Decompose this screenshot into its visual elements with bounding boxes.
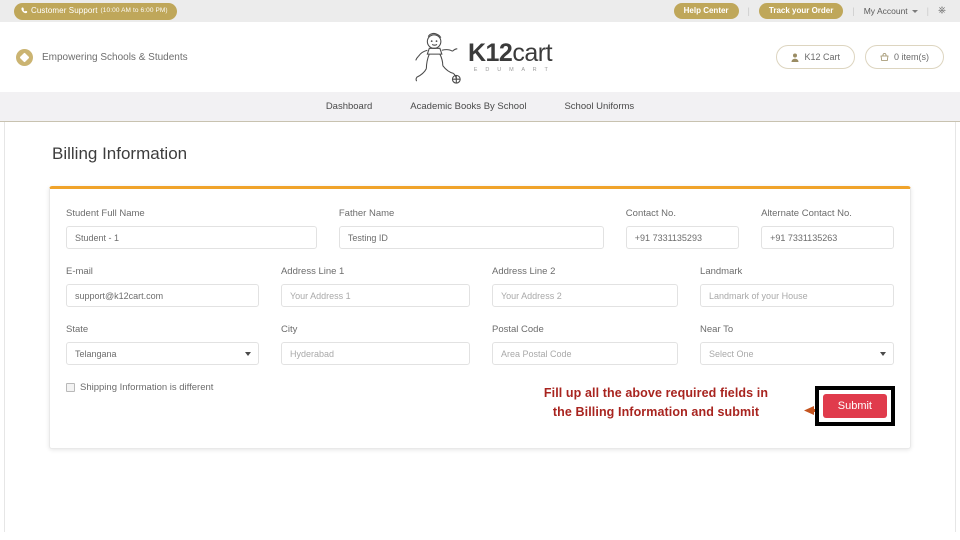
field-group-contact-no: Contact No. +91 7331135293: [625, 208, 761, 249]
mascot-icon: [408, 29, 466, 85]
brand-tagline-group: Empowering Schools & Students: [16, 48, 188, 66]
label-address-line-2: Address Line 2: [491, 266, 556, 277]
cart-button-label: 0 item(s): [893, 52, 929, 62]
label-email: E-mail: [66, 266, 93, 277]
field-group-landmark: Landmark Landmark of your House: [700, 266, 894, 307]
label-alternate-contact-no: Alternate Contact No.: [761, 208, 852, 219]
logo-wordmark: K12cart E D U M A R T: [467, 38, 553, 74]
header-actions: K12 Cart 0 item(s): [776, 45, 944, 69]
power-icon[interactable]: ⎈: [938, 6, 946, 16]
form-row: Student Full Name Student - 1 Father Nam…: [66, 208, 894, 249]
site-header: Empowering Schools & Students K12cart E …: [0, 22, 960, 92]
label-near-to: Near To: [700, 324, 734, 335]
logo-name-light: cart: [512, 38, 553, 67]
logo-subtitle: E D U M A R T: [473, 66, 552, 73]
chevron-down-icon: [911, 10, 918, 13]
postal-code-input[interactable]: Area Postal Code: [491, 342, 679, 365]
brand-tagline: Empowering Schools & Students: [42, 51, 188, 63]
user-icon: [791, 53, 799, 62]
label-landmark: Landmark: [700, 266, 743, 277]
customer-support-badge[interactable]: Customer Support (10:00 AM to 6:00 PM): [14, 2, 177, 20]
help-center-button[interactable]: Help Center: [673, 3, 739, 19]
field-group-address-line-1: Address Line 1 Your Address 1: [280, 266, 492, 307]
form-row: State Telangana City Hyderabad Postal Co…: [66, 324, 894, 365]
state-select-wrapper: Telangana: [66, 342, 259, 365]
near-to-select[interactable]: Select One: [700, 342, 894, 365]
billing-information-card: Student Full Name Student - 1 Father Nam…: [49, 186, 911, 449]
address-line-1-input[interactable]: Your Address 1: [280, 284, 470, 307]
label-city: City: [280, 324, 298, 335]
field-group-father-name: Father Name Testing ID: [338, 208, 626, 249]
divider: |: [852, 6, 855, 16]
address-line-2-input[interactable]: Your Address 2: [491, 284, 679, 307]
page-title: Billing Information: [52, 144, 188, 163]
field-group-postal-code: Postal Code Area Postal Code: [491, 324, 700, 365]
customer-support-label: Customer Support: [31, 6, 98, 15]
divider: |: [747, 6, 750, 16]
divider: |: [926, 6, 929, 16]
account-button[interactable]: K12 Cart: [776, 45, 855, 69]
diamond-badge-icon: [16, 48, 33, 66]
chevron-down-icon: [244, 351, 251, 356]
state-select[interactable]: Telangana: [66, 342, 259, 365]
field-group-address-line-2: Address Line 2 Your Address 2: [491, 266, 700, 307]
card-footer: Shipping Information is different Fill u…: [66, 382, 895, 428]
nav-item-school-uniforms[interactable]: School Uniforms: [564, 101, 634, 112]
shipping-different-checkbox-row[interactable]: Shipping Information is different: [66, 382, 213, 393]
label-contact-no: Contact No.: [625, 208, 676, 219]
near-to-select-wrapper: Select One: [700, 342, 894, 365]
field-group-state: State Telangana: [66, 324, 281, 365]
chevron-down-icon: [880, 351, 886, 356]
cart-icon: [880, 52, 889, 62]
top-utility-actions: Help Center | Track your Order | My Acco…: [673, 3, 946, 19]
main-navigation: Dashboard Academic Books By School Schoo…: [0, 92, 960, 122]
field-group-email: E-mail support@k12cart.com: [66, 266, 281, 307]
annotation-line-2: the Billing Information and submit: [552, 405, 760, 420]
city-input[interactable]: Hyderabad: [280, 342, 470, 365]
submit-highlight-box: Submit: [814, 386, 895, 427]
page-content: Billing Information Student Full Name St…: [4, 122, 956, 532]
field-group-city: City Hyderabad: [280, 324, 492, 365]
nav-item-academic-books[interactable]: Academic Books By School: [410, 101, 526, 112]
nav-item-dashboard[interactable]: Dashboard: [326, 101, 372, 112]
annotation-line-1: Fill up all the above required fields in: [543, 386, 769, 400]
field-group-alternate-contact-no: Alternate Contact No. +91 7331135263: [761, 208, 894, 249]
track-order-button[interactable]: Track your Order: [758, 3, 844, 19]
top-utility-bar: Customer Support (10:00 AM to 6:00 PM) H…: [0, 0, 960, 22]
email-input[interactable]: support@k12cart.com: [66, 284, 259, 307]
landmark-input[interactable]: Landmark of your House: [700, 284, 894, 307]
my-account-label: My Account: [863, 6, 908, 16]
label-postal-code: Postal Code: [491, 324, 544, 335]
label-state: State: [66, 324, 89, 335]
submit-button[interactable]: Submit: [822, 394, 887, 419]
alternate-contact-no-input[interactable]: +91 7331135263: [761, 226, 894, 249]
logo-name-bold: K12: [467, 38, 513, 67]
student-full-name-input[interactable]: Student - 1: [66, 226, 317, 249]
contact-no-input[interactable]: +91 7331135293: [625, 226, 740, 249]
father-name-input[interactable]: Testing ID: [338, 226, 604, 249]
account-button-label: K12 Cart: [804, 52, 840, 62]
shipping-different-checkbox[interactable]: [66, 383, 75, 392]
phone-icon: [21, 6, 28, 16]
cart-button[interactable]: 0 item(s): [864, 45, 944, 69]
label-father-name: Father Name: [338, 208, 395, 219]
label-student-full-name: Student Full Name: [66, 208, 145, 219]
label-address-line-1: Address Line 1: [280, 266, 345, 277]
field-group-student-full-name: Student Full Name Student - 1: [66, 208, 339, 249]
my-account-menu[interactable]: My Account: [864, 6, 918, 16]
annotation-text: Fill up all the above required fields in…: [511, 384, 801, 423]
form-row: E-mail support@k12cart.com Address Line …: [66, 266, 894, 307]
field-group-near-to: Near To Select One: [700, 324, 894, 365]
shipping-different-label: Shipping Information is different: [80, 382, 214, 393]
customer-support-hours: (10:00 AM to 6:00 PM): [100, 6, 168, 14]
